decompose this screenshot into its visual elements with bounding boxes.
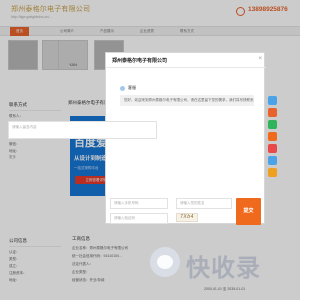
avatar <box>120 86 125 91</box>
page-root: 郑州泰格尔电子有限公司 http://tige.gdrtgbbdxs.cn/..… <box>0 0 300 300</box>
welcome-message: 您好，欢迎来到郑州泰格尔电子有限公司，请在这里留下您的需求，我们将尽快联系您。 <box>120 95 254 106</box>
dialog-header: 郑州泰格尔电子有限公司 × <box>106 53 266 68</box>
phone-field[interactable]: 请输入手机号码 <box>110 198 168 209</box>
name-field[interactable]: 请输入您的姓名 <box>176 198 232 209</box>
message-content-input[interactable]: 请输入留言内容 <box>8 121 157 139</box>
captcha-image[interactable]: 7Xb4 <box>176 213 198 222</box>
watermark-logo-icon <box>150 247 180 277</box>
floating-sidebar <box>268 96 280 180</box>
sidebar-button[interactable] <box>268 120 277 129</box>
sidebar-button[interactable] <box>268 156 277 165</box>
captcha-input[interactable]: 请输入验证码 <box>110 213 168 224</box>
dialog-title: 郑州泰格尔电子有限公司 <box>112 58 168 64</box>
sidebar-button[interactable] <box>268 132 277 141</box>
watermark: 快收录 <box>150 246 295 290</box>
sidebar-button[interactable] <box>268 108 277 117</box>
submit-button[interactable]: 提交 <box>236 198 261 225</box>
sidebar-button[interactable] <box>268 168 277 177</box>
close-icon[interactable]: × <box>258 56 262 62</box>
sidebar-button[interactable] <box>268 144 277 153</box>
sender-name: 客服 <box>128 85 136 90</box>
watermark-text: 快收录 <box>186 255 261 282</box>
sidebar-button[interactable] <box>268 96 277 105</box>
